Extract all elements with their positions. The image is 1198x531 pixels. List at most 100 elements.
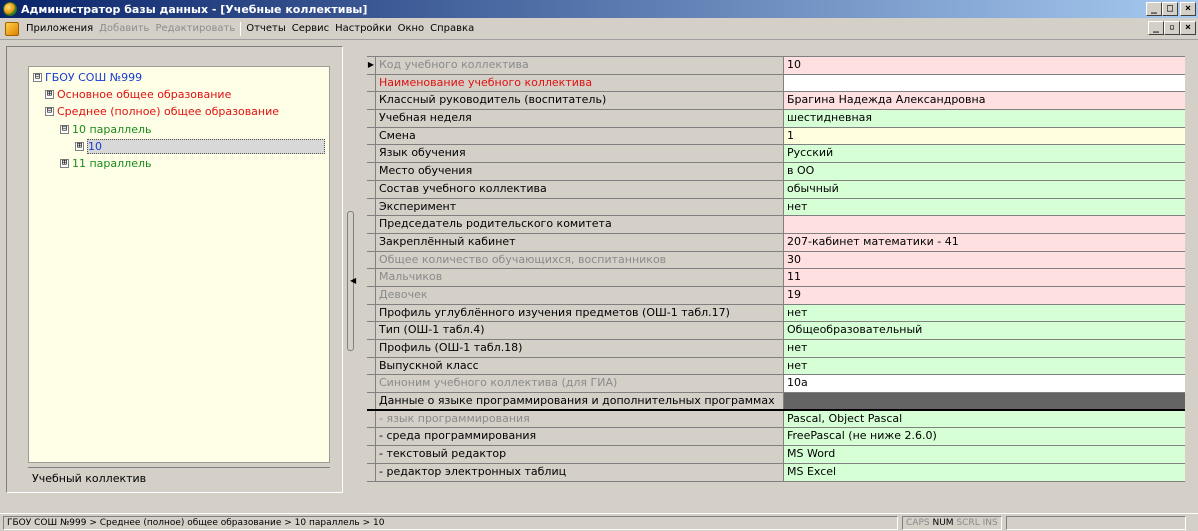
grid-row-total-students[interactable]: Общее количество обучающихся, воспитанни… (367, 251, 1185, 270)
collapse-left-icon[interactable]: ◀ (350, 276, 356, 285)
grid-row-text-editor[interactable]: - текстовый редактор MS Word (367, 446, 1185, 464)
keyboard-indicators: CAPS NUM SCRL INS (902, 516, 1002, 530)
mdi-restore-button[interactable]: ▫ (1164, 21, 1180, 35)
grid-row-code[interactable]: ▶ Код учебного коллектива 10 (367, 57, 1185, 75)
menu-add[interactable]: Добавить (96, 23, 152, 34)
num-indicator: NUM (932, 518, 954, 528)
grid-row-girls[interactable]: Девочек 19 (367, 286, 1185, 305)
menu-window[interactable]: Окно (395, 23, 428, 34)
grid-row-composition[interactable]: Состав учебного коллектива обычный (367, 180, 1185, 199)
status-breadcrumb: ГБОУ СОШ №999 > Среднее (полное) общее о… (3, 516, 898, 530)
grid-label: Состав учебного коллектива (376, 180, 784, 198)
expand-icon[interactable]: ⊞ (75, 141, 84, 151)
menu-help[interactable]: Справка (427, 23, 477, 34)
tree-node-label: ГБОУ СОШ №999 (45, 70, 143, 84)
grid-row-graduating[interactable]: Выпускной класс нет (367, 357, 1185, 376)
grid-row-boys[interactable]: Мальчиков 11 (367, 269, 1185, 287)
grid-row-study-week[interactable]: Учебная неделя шестидневная (367, 110, 1185, 128)
grid-row-class-teacher[interactable]: Классный руководитель (воспитатель) Браг… (367, 92, 1185, 111)
tree-node-class-10[interactable]: ⊞ 10 (75, 138, 325, 154)
grid-value-field[interactable]: 1 (784, 127, 1185, 145)
expand-icon[interactable]: ⊞ (45, 89, 54, 99)
grid-value-field[interactable]: 207-кабинет математики - 41 (784, 233, 1185, 251)
menu-edit[interactable]: Редактировать (152, 23, 238, 34)
grid-value-field[interactable]: в ОО (784, 163, 1185, 180)
grid-row-profile[interactable]: Профиль (ОШ-1 табл.18) нет (367, 340, 1185, 358)
grid-row-prog-environment[interactable]: - среда программирования FreePascal (не … (367, 428, 1185, 447)
tree-node-label: Среднее (полное) общее образование (57, 104, 280, 118)
grid-value-field[interactable]: нет (784, 357, 1185, 375)
grid-row-prog-language[interactable]: - язык программирования Pascal, Object P… (367, 410, 1185, 429)
menu-settings[interactable]: Настройки (332, 23, 394, 34)
grid-value-field[interactable] (784, 216, 1185, 233)
grid-label: Выпускной класс (376, 357, 784, 375)
grid-row-language[interactable]: Язык обучения Русский (367, 145, 1185, 164)
menu-reports[interactable]: Отчеты (243, 23, 288, 34)
collapse-icon[interactable]: ⊟ (45, 106, 54, 116)
grid-section-value (784, 393, 1185, 409)
mdi-minimize-button[interactable]: _ (1148, 21, 1164, 35)
tree-node-label: Основное общее образование (57, 87, 232, 101)
collapse-icon[interactable]: ⊟ (33, 72, 42, 82)
grid-value-field[interactable]: нет (784, 340, 1185, 357)
grid-value-field[interactable]: шестидневная (784, 110, 1185, 127)
close-button[interactable]: × (1180, 2, 1196, 16)
grid-row-place[interactable]: Место обучения в ОО (367, 163, 1185, 181)
grid-row-room[interactable]: Закреплённый кабинет 207-кабинет математ… (367, 233, 1185, 252)
grid-label: Смена (376, 127, 784, 145)
menu-applications[interactable]: Приложения (23, 23, 96, 34)
status-bar: ГБОУ СОШ №999 > Среднее (полное) общее о… (0, 513, 1198, 531)
tree-node-parallel-11[interactable]: ⊞ 11 параллель (60, 155, 152, 171)
grid-row-name[interactable]: Наименование учебного коллектива (367, 74, 1185, 93)
grid-label: - среда программирования (376, 428, 784, 446)
grid-value-field[interactable]: Общеобразовательный (784, 322, 1185, 339)
grid-row-advanced-profile[interactable]: Профиль углублённого изучения предметов … (367, 304, 1185, 323)
grid-section-programming[interactable]: Данные о языке программирования и дополн… (367, 393, 1185, 411)
grid-label: Код учебного коллектива (376, 57, 784, 74)
status-panel (1006, 516, 1186, 530)
window-controls: _ □ × (1146, 2, 1196, 16)
grid-value-field[interactable] (784, 74, 1185, 92)
property-grid: ▶ Код учебного коллектива 10 Наименовани… (367, 56, 1185, 482)
grid-value-field[interactable]: MS Excel (784, 463, 1185, 481)
grid-row-experiment[interactable]: Эксперимент нет (367, 198, 1185, 217)
grid-label: Профиль углублённого изучения предметов … (376, 304, 784, 322)
scroll-indicator: SCRL (956, 518, 980, 528)
grid-value-field[interactable]: Брагина Надежда Александровна (784, 92, 1185, 110)
grid-value-field[interactable]: обычный (784, 180, 1185, 198)
grid-value-field[interactable]: Pascal, Object Pascal (784, 410, 1185, 428)
grid-label: Закреплённый кабинет (376, 233, 784, 251)
grid-value-field[interactable]: Русский (784, 145, 1185, 163)
grid-row-shift[interactable]: Смена 1 (367, 127, 1185, 146)
maximize-button[interactable]: □ (1162, 2, 1178, 16)
tree-node-basic-education[interactable]: ⊞ Основное общее образование (45, 86, 231, 102)
expand-icon[interactable]: ⊞ (60, 158, 69, 168)
grid-row-type[interactable]: Тип (ОШ-1 табл.4) Общеобразовательный (367, 322, 1185, 340)
grid-label: Девочек (376, 286, 784, 304)
grid-value-field[interactable]: 30 (784, 251, 1185, 269)
grid-row-parent-committee[interactable]: Председатель родительского комитета (367, 216, 1185, 234)
collapse-icon[interactable]: ⊟ (60, 124, 69, 134)
grid-row-spreadsheet-editor[interactable]: - редактор электронных таблиц MS Excel (367, 463, 1185, 482)
grid-value-field[interactable]: нет (784, 304, 1185, 322)
menu-bar: Приложения Добавить Редактировать Отчеты… (0, 18, 1198, 40)
grid-value-field[interactable]: 11 (784, 269, 1185, 286)
grid-value-field[interactable]: MS Word (784, 446, 1185, 463)
menu-service[interactable]: Сервис (289, 23, 332, 34)
tree-node-secondary-education[interactable]: ⊟ Среднее (полное) общее образование (45, 103, 279, 119)
grid-label: Классный руководитель (воспитатель) (376, 92, 784, 110)
tree-node-parallel-10[interactable]: ⊟ 10 параллель (60, 121, 152, 137)
grid-label: Председатель родительского комитета (376, 216, 784, 233)
grid-value-field[interactable]: 10а (784, 375, 1185, 393)
tree-node-school[interactable]: ⊟ ГБОУ СОШ №999 (33, 69, 142, 85)
grid-value-field[interactable]: FreePascal (не ниже 2.6.0) (784, 428, 1185, 446)
grid-value-field[interactable]: 19 (784, 286, 1185, 304)
grid-value-field[interactable]: 10 (784, 57, 1185, 74)
mdi-close-button[interactable]: × (1180, 21, 1196, 35)
window-titlebar: Администратор базы данных - [Учебные кол… (0, 0, 1198, 18)
grid-row-synonym[interactable]: Синоним учебного коллектива (для ГИА) 10… (367, 375, 1185, 394)
grid-label: - редактор электронных таблиц (376, 463, 784, 481)
minimize-button[interactable]: _ (1146, 2, 1162, 16)
grid-value-field[interactable]: нет (784, 198, 1185, 216)
window-title: Администратор базы данных - [Учебные кол… (21, 2, 368, 16)
